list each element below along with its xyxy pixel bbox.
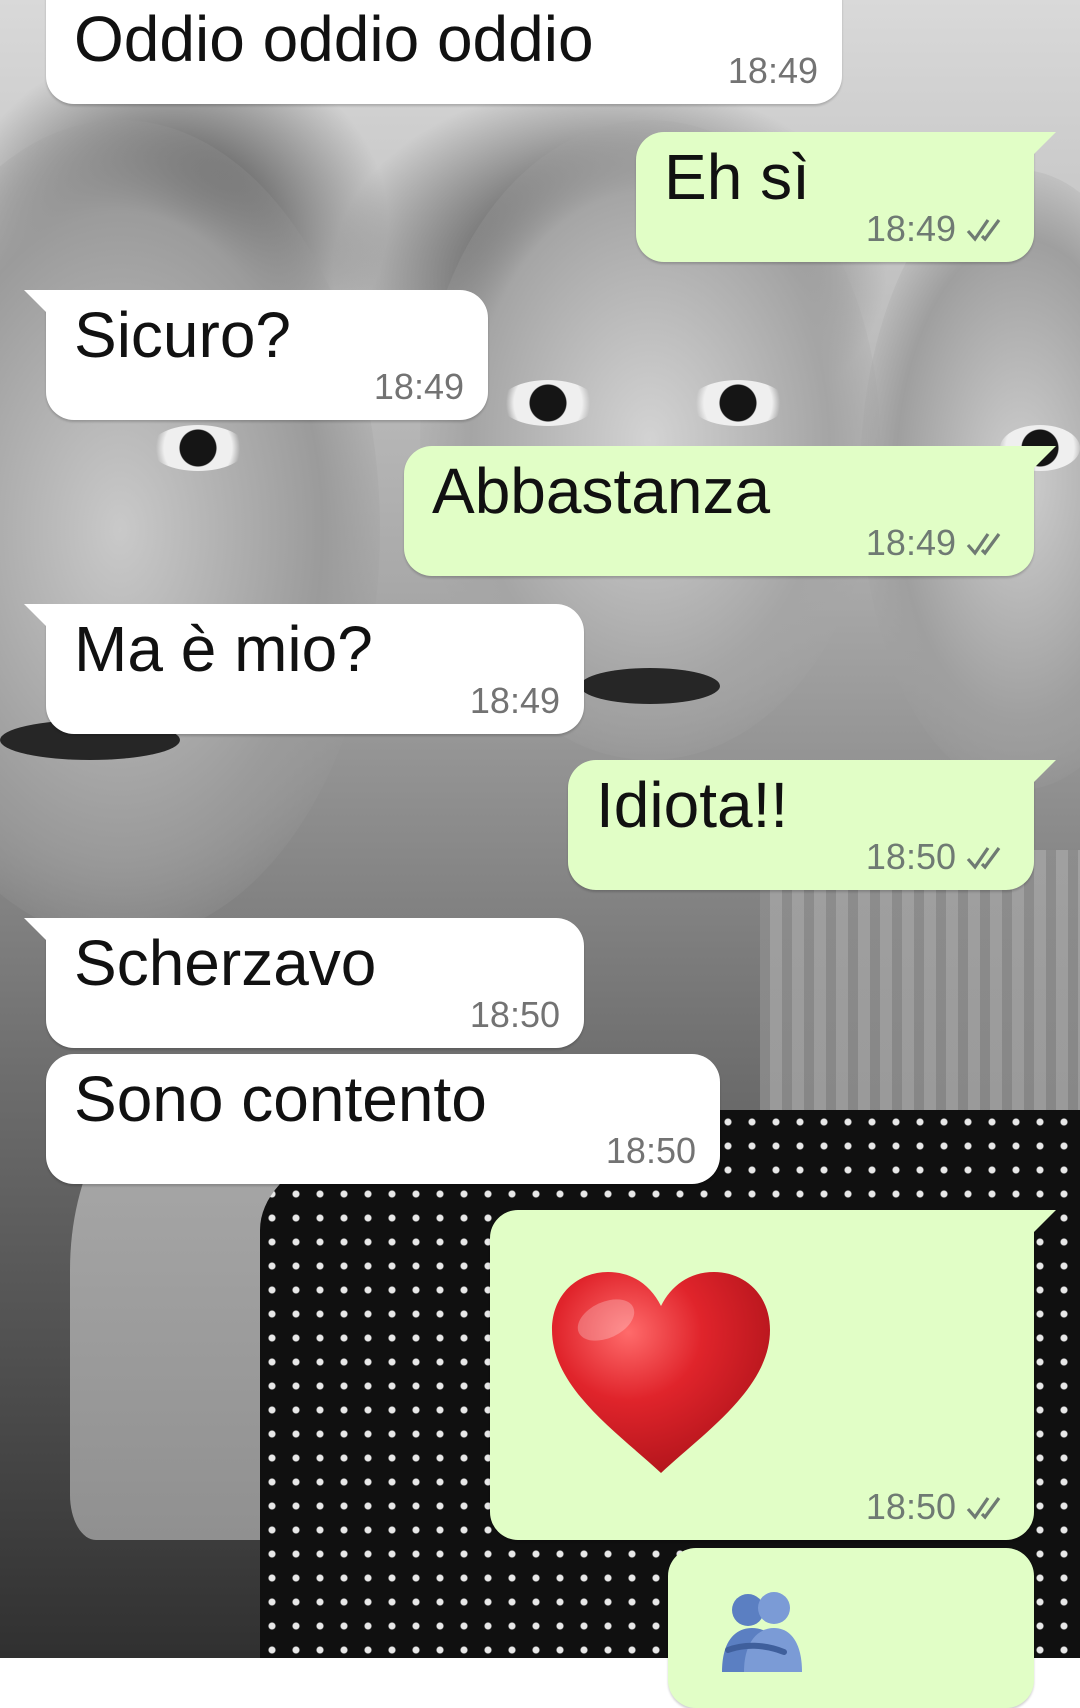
message-text: Sicuro? (74, 299, 291, 371)
message-time-row: 18:49 (728, 50, 818, 92)
message-text: Sono contento (74, 1063, 487, 1135)
double-check-icon (966, 1497, 1001, 1520)
message-bubble-incoming[interactable]: Scherzavo 18:50 (24, 918, 584, 1048)
message-time: 18:50 (865, 1486, 956, 1527)
message-bubble-incoming[interactable]: Sicuro? 18:49 (24, 290, 488, 420)
wallpaper-eye (150, 425, 246, 471)
message-bubble-outgoing[interactable]: Idiota!! 18:50 (568, 760, 1056, 890)
message-text: Oddio oddio oddio (74, 3, 594, 75)
message-time: 18:49 (469, 680, 560, 721)
message-time: 18:49 (865, 522, 956, 563)
message-bubble-outgoing[interactable]: Eh sì 18:49 (636, 132, 1056, 262)
message-text: Ma è mio? (74, 613, 373, 685)
message-time-row: 18:50 (606, 1130, 696, 1172)
message-bubble-incoming[interactable]: Oddio oddio oddio 18:49 (46, 0, 842, 104)
message-bubble-incoming[interactable]: Ma è mio? 18:49 (24, 604, 584, 734)
message-time: 18:50 (605, 1130, 696, 1171)
message-text: Abbastanza (432, 455, 771, 527)
message-time-row: 18:50 (866, 1486, 1010, 1528)
message-time: 18:49 (373, 366, 464, 407)
message-time-row: 18:50 (470, 994, 560, 1036)
message-time: 18:50 (469, 994, 560, 1035)
message-time-row: 18:50 (866, 836, 1010, 878)
message-time: 18:49 (865, 208, 956, 249)
message-text: Eh sì (664, 141, 810, 213)
message-time: 18:49 (727, 50, 818, 91)
double-check-icon (966, 533, 1001, 556)
wallpaper-eye (500, 380, 596, 426)
wallpaper-eye (690, 380, 786, 426)
message-text: Scherzavo (74, 927, 377, 999)
message-text: Idiota!! (596, 769, 789, 841)
message-bubble-outgoing-emoji[interactable]: 18:50 (490, 1210, 1056, 1540)
message-time-row: 18:49 (470, 680, 560, 722)
red-heart-icon (552, 1272, 770, 1473)
wallpaper-lips (580, 668, 720, 704)
message-time-row: 18:49 (374, 366, 464, 408)
message-time-row: 18:49 (866, 522, 1010, 564)
message-bubble-incoming[interactable]: Sono contento 18:50 (46, 1054, 720, 1184)
people-hugging-icon (722, 1592, 802, 1672)
double-check-icon (966, 219, 1001, 242)
message-bubble-outgoing[interactable]: Abbastanza 18:49 (404, 446, 1056, 576)
double-check-icon (966, 847, 1001, 870)
message-time: 18:50 (865, 836, 956, 877)
message-time-row: 18:49 (866, 208, 1010, 250)
message-bubble-outgoing-emoji[interactable] (668, 1548, 1034, 1708)
